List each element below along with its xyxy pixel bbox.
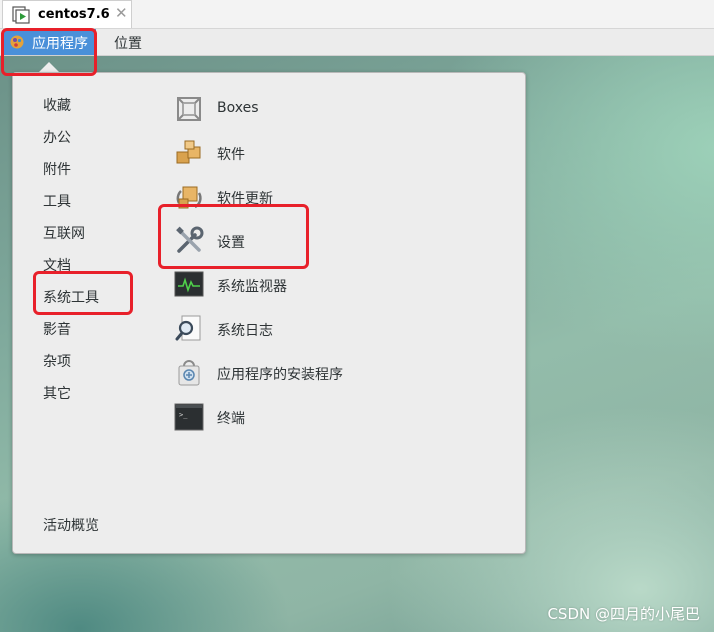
menu-item-settings[interactable]: 设置: [173, 225, 493, 259]
settings-tools-icon: [176, 226, 204, 253]
top-bar: 应用程序 位置: [0, 29, 714, 56]
category-sundry[interactable]: 杂项: [43, 351, 71, 371]
menu-item-label: 应用程序的安装程序: [217, 367, 343, 383]
category-sound-video[interactable]: 影音: [43, 319, 71, 339]
system-monitor-icon: [174, 271, 204, 297]
category-documents[interactable]: 文档: [43, 255, 71, 275]
gnome-foot-icon: [10, 35, 24, 49]
menu-item-system-log[interactable]: 系统日志: [173, 313, 493, 347]
menu-item-label: 软件: [217, 147, 245, 163]
menu-item-label: Boxes: [217, 100, 259, 116]
applications-menu-button[interactable]: 应用程序: [4, 29, 96, 55]
menu-item-software-update[interactable]: 软件更新: [173, 181, 493, 215]
menu-item-label: 系统监视器: [217, 279, 287, 295]
menu-item-boxes[interactable]: Boxes: [173, 93, 493, 127]
menu-item-software[interactable]: 软件: [173, 137, 493, 171]
close-icon[interactable]: ✕: [115, 4, 128, 22]
category-internet[interactable]: 互联网: [43, 223, 85, 243]
vm-tab-title: centos7.6: [38, 7, 110, 22]
menu-item-label: 终端: [217, 411, 245, 427]
places-menu-button[interactable]: 位置: [114, 33, 142, 53]
category-other[interactable]: 其它: [43, 383, 71, 403]
applications-menu: 收藏 办公 附件 工具 互联网 文档 系统工具 影音 杂项 其它 活动概览 Bo…: [12, 72, 526, 554]
menu-item-terminal[interactable]: >_ 终端: [173, 401, 493, 435]
vm-tab-strip: centos7.6 ✕: [0, 0, 714, 29]
menu-item-app-installer[interactable]: 应用程序的安装程序: [173, 357, 493, 391]
menu-item-label: 系统日志: [217, 323, 273, 339]
menu-item-system-monitor[interactable]: 系统监视器: [173, 269, 493, 303]
vm-tab[interactable]: centos7.6 ✕: [2, 0, 132, 28]
category-accessories[interactable]: 附件: [43, 159, 71, 179]
category-utilities[interactable]: 工具: [43, 191, 71, 211]
applications-menu-label: 应用程序: [32, 36, 88, 52]
svg-text:>_: >_: [179, 411, 188, 419]
app-installer-icon: [178, 360, 200, 386]
system-log-icon: [175, 315, 201, 341]
software-icon: [176, 140, 201, 164]
category-system-tools[interactable]: 系统工具: [43, 287, 99, 307]
boxes-icon: [177, 97, 201, 121]
menu-item-label: 软件更新: [217, 191, 273, 207]
terminal-icon: >_: [174, 403, 204, 431]
category-favorites[interactable]: 收藏: [43, 95, 71, 115]
watermark-text: CSDN @四月的小尾巴: [547, 605, 700, 623]
vm-icon: [12, 6, 30, 24]
software-update-icon: [176, 186, 202, 209]
category-office[interactable]: 办公: [43, 127, 71, 147]
menu-item-label: 设置: [217, 235, 245, 251]
activities-overview-link[interactable]: 活动概览: [43, 515, 99, 535]
